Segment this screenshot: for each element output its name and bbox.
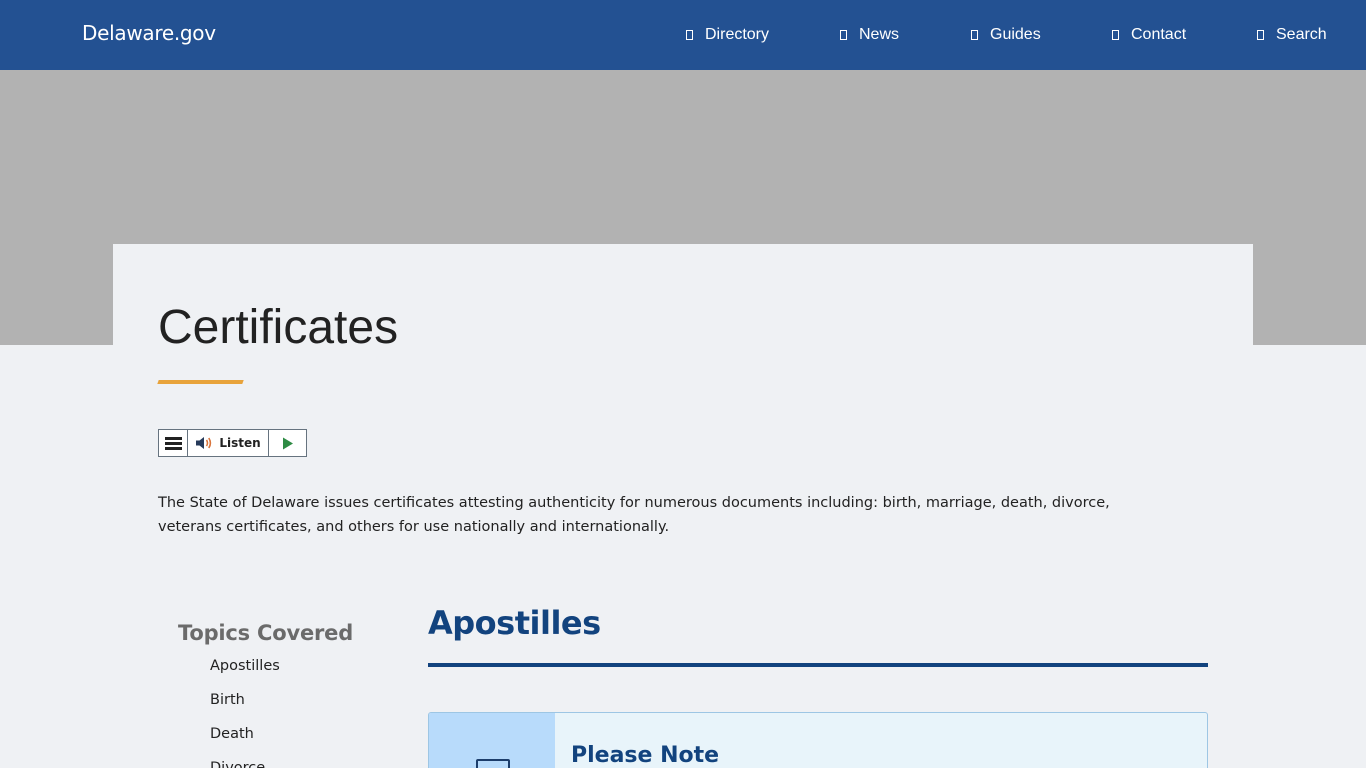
nav-guides-label: Guides	[990, 26, 1041, 43]
play-icon	[282, 437, 293, 449]
directory-icon	[686, 30, 693, 40]
note-icon	[476, 759, 510, 768]
section-heading: Apostilles	[428, 604, 601, 642]
note-title: Please Note	[571, 743, 720, 768]
guides-icon	[971, 30, 978, 40]
topics-title: Topics Covered	[178, 621, 354, 645]
nav-contact-label: Contact	[1131, 26, 1187, 43]
sidebar-item-birth[interactable]: Birth	[210, 692, 245, 708]
title-underline	[157, 380, 244, 384]
nav-search[interactable]: Search	[1257, 0, 1327, 70]
listen-label: Listen	[219, 436, 261, 450]
speaker-icon	[196, 437, 212, 449]
nav-directory[interactable]: Directory	[686, 0, 769, 70]
section-divider	[428, 663, 1208, 667]
note-box: Please Note	[428, 712, 1208, 768]
play-button[interactable]	[269, 430, 306, 456]
site-logo[interactable]: Delaware.gov	[82, 21, 216, 45]
nav-news-label: News	[859, 26, 900, 43]
sidebar-item-death[interactable]: Death	[210, 726, 254, 742]
news-icon	[840, 30, 847, 40]
site-header: Delaware.gov Directory News Guides Conta…	[0, 0, 1366, 70]
menu-icon[interactable]	[159, 430, 188, 456]
nav-search-label: Search	[1276, 26, 1327, 43]
nav-news[interactable]: News	[840, 0, 899, 70]
intro-paragraph: The State of Delaware issues certificate…	[158, 495, 1110, 535]
sidebar-item-divorce[interactable]: Divorce	[210, 760, 265, 768]
nav-directory-label: Directory	[705, 26, 770, 43]
search-icon	[1257, 30, 1264, 40]
nav-contact[interactable]: Contact	[1112, 0, 1186, 70]
listen-widget: Listen	[158, 429, 307, 457]
contact-icon	[1112, 30, 1119, 40]
sidebar-item-apostilles[interactable]: Apostilles	[210, 658, 280, 674]
nav-guides[interactable]: Guides	[971, 0, 1041, 70]
listen-button[interactable]: Listen	[188, 430, 269, 456]
page-title: Certificates	[158, 301, 399, 354]
